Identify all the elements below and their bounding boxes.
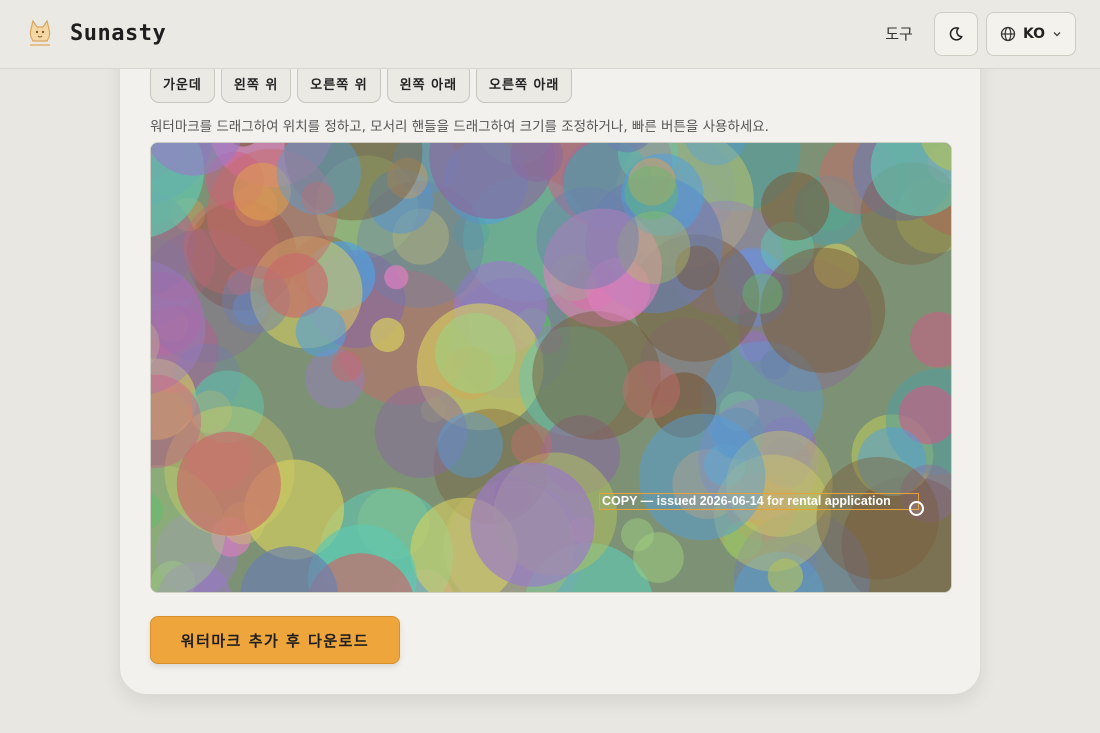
cat-logo-icon: [29, 19, 51, 46]
top-navbar: Sunasty 도구 KO: [0, 0, 1100, 69]
position-buttons: 가운데 왼쪽 위 오른쪽 위 왼쪽 아래 오른쪽 아래: [150, 63, 573, 103]
theme-toggle-button[interactable]: [934, 12, 978, 56]
nav-tools-link[interactable]: 도구: [870, 21, 928, 47]
globe-icon: [1000, 26, 1016, 42]
position-top-left-button[interactable]: 왼쪽 위: [220, 63, 292, 103]
position-bottom-right-button[interactable]: 오른쪽 아래: [476, 63, 573, 103]
moon-icon: [949, 27, 963, 41]
preview-image: [151, 143, 951, 592]
watermark-editor-card: 가운데 왼쪽 위 오른쪽 위 왼쪽 아래 오른쪽 아래 워터마크를 드래그하여 …: [119, 20, 981, 695]
position-top-right-button[interactable]: 오른쪽 위: [297, 63, 381, 103]
position-center-button[interactable]: 가운데: [150, 63, 215, 103]
language-selector[interactable]: KO: [986, 12, 1076, 56]
watermark-text: COPY — issued 2026-06-14 for rental appl…: [602, 494, 891, 508]
watermark-overlay[interactable]: COPY — issued 2026-06-14 for rental appl…: [599, 493, 919, 510]
download-with-watermark-button[interactable]: 워터마크 추가 후 다운로드: [150, 616, 400, 664]
language-label: KO: [1022, 26, 1046, 42]
instruction-text: 워터마크를 드래그하여 위치를 정하고, 모서리 핸들을 드래그하여 크기를 조…: [150, 119, 769, 135]
brand-name: Sunasty: [70, 20, 167, 46]
chevron-down-icon: [1053, 32, 1061, 37]
brand[interactable]: Sunasty: [26, 18, 166, 48]
image-preview-canvas[interactable]: COPY — issued 2026-06-14 for rental appl…: [150, 142, 952, 593]
resize-handle-icon[interactable]: [909, 501, 924, 516]
position-bottom-left-button[interactable]: 왼쪽 아래: [386, 63, 471, 103]
